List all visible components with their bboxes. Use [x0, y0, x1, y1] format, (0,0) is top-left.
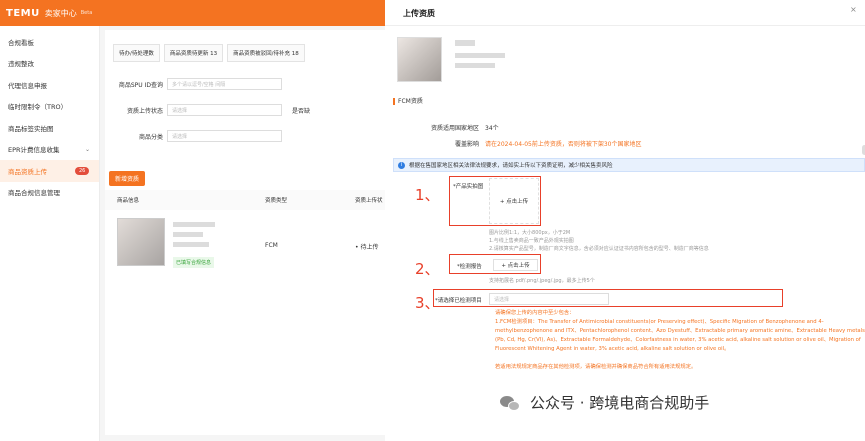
- wechat-icon: [500, 394, 522, 412]
- requirement-body: 1.FCM检测项目：The Transfer of Antimicrobial …: [495, 319, 865, 352]
- tab-rejected[interactable]: 商品资质被驳回/待补充 18: [227, 44, 305, 62]
- upload-drawer: 上传资质 × FCM资质 资质适用国家地区 34个 覆盖影响 请在2024-04…: [385, 0, 865, 441]
- drawer-title: 上传资质: [403, 9, 435, 18]
- sidebar-item-label: 商品标签实拍图: [8, 124, 54, 133]
- sidebar-item-label-photos[interactable]: 商品标签实拍图: [0, 117, 99, 139]
- table-header: 商品信息 资质类型 资质上传状: [105, 190, 385, 210]
- requirement-title: 请确保您上传的内容中至少包含：: [495, 310, 575, 316]
- blurred-product-name: [173, 222, 215, 227]
- field-label: *请选择已检测项目: [435, 298, 482, 304]
- sidebar-item-label: EPR计费信息收集: [8, 146, 60, 155]
- sidebar-item-compliance-dashboard[interactable]: 合规看板: [0, 31, 99, 53]
- main-content: 待办/待处理数 商品资质待更新 13 商品资质被驳回/待补充 18 商品SPU …: [100, 26, 385, 441]
- hint-text: 支持拓展名 pdf/.png/.jpeg/.jpg，最多上传5个: [489, 278, 595, 284]
- kv-value: 34个: [485, 125, 499, 132]
- app-title: 卖家中心: [44, 8, 77, 18]
- section-header: FCM资质: [393, 98, 423, 105]
- blurred-product-sku: [173, 242, 209, 247]
- temu-logo[interactable]: TEMU: [6, 8, 40, 19]
- column-header: 商品信息: [117, 198, 140, 204]
- filter-extra-label: 是否缺: [292, 107, 311, 115]
- kv-label: 覆盖影响: [454, 141, 479, 148]
- annotation-number: 2、: [415, 260, 440, 278]
- product-image: [117, 218, 165, 266]
- hint-text: 图片比例1:1，大小800px，小于2M: [489, 230, 571, 236]
- status-tabs: 待办/待处理数 商品资质待更新 13 商品资质被驳回/待补充 18: [113, 44, 309, 62]
- tab-todo[interactable]: 待办/待处理数: [113, 44, 160, 62]
- chevron-down-icon: ⌄: [85, 145, 91, 153]
- sidebar-item-label: 商品合规信息管理: [8, 189, 60, 198]
- filter-label: 商品分类: [138, 133, 163, 141]
- hint-text: 2.请核算实产品型号，制造厂商文字信息，含必须对应认证证书内容所包含的型号、制造…: [489, 246, 709, 252]
- annotation-number: 1、: [415, 186, 440, 204]
- blurred-product-title: [455, 40, 475, 46]
- topbar: TEMU 卖家中心 Beta: [0, 0, 385, 26]
- status-badge: 已填写合规信息: [173, 257, 215, 268]
- info-bar: i 根据在售国家地区相关法律法规要求，请如实上传以下资质证明，减少相关售卖风险: [393, 158, 865, 172]
- tab-pending-update[interactable]: 商品资质待更新 13: [163, 44, 224, 62]
- report-upload-button[interactable]: + 点击上传: [493, 259, 538, 271]
- sidebar-item-compliance-info[interactable]: 商品合规信息管理: [0, 182, 99, 204]
- blurred-product-id: [173, 232, 203, 237]
- status-select[interactable]: 请选择: [167, 104, 282, 116]
- category-select[interactable]: 请选择: [167, 130, 282, 142]
- sidebar-item-epr[interactable]: EPR计费信息收集 ⌄: [0, 139, 99, 161]
- count-badge: 26: [75, 166, 90, 175]
- kv-label: 资质适用国家地区: [430, 125, 479, 132]
- filter-label: 资质上传状态: [126, 107, 163, 115]
- field-label: *检测报告: [457, 264, 482, 270]
- kv-value: 请在2024-04-05前上传资质，否则将被下架30个国家地区: [485, 141, 642, 148]
- test-items-select[interactable]: 请选择: [489, 293, 609, 305]
- field-label: *产品实拍图: [453, 184, 484, 190]
- upload-label: + 点击上传: [501, 263, 530, 269]
- filter-category: 商品分类 请选择: [105, 130, 282, 142]
- sidebar-item-agent-info[interactable]: 代理信息申报: [0, 74, 99, 96]
- blurred-product-info: [455, 63, 495, 68]
- product-thumbnail: [397, 37, 442, 82]
- info-text: 根据在售国家地区相关法律法规要求，请如实上传以下资质证明，减少相关售卖风险: [409, 163, 613, 169]
- sidebar-item-label: 代理信息申报: [8, 81, 47, 90]
- sidebar-item-label: 商品资质上传: [8, 167, 47, 176]
- column-header: 资质类型: [265, 198, 288, 204]
- spu-search-input[interactable]: 多个请以逗号/空格 间隔: [167, 78, 282, 90]
- watermark-text: 公众号 · 跨境电商合规助手: [530, 394, 710, 412]
- filter-label: 商品SPU ID查询: [118, 81, 163, 89]
- photo-upload-button[interactable]: + 点击上传: [489, 178, 539, 224]
- sidebar-item-label: 违规整改: [8, 60, 34, 69]
- hint-text: 1.与线上售卖商品一致产品外观实拍图: [489, 238, 574, 244]
- qualification-type: FCM: [265, 242, 278, 249]
- sidebar: 合规看板 违规整改 代理信息申报 临时限制令（TRO） 商品标签实拍图 EPR计…: [0, 26, 100, 441]
- sidebar-item-qualification-upload[interactable]: 商品资质上传 26: [0, 160, 99, 182]
- info-icon: i: [398, 161, 405, 169]
- blurred-product-info: [455, 53, 505, 58]
- app-root: TEMU 卖家中心 Beta 合规看板 违规整改 代理信息申报 临时限制令（TR…: [0, 0, 865, 441]
- sidebar-item-tro[interactable]: 临时限制令（TRO）: [0, 96, 99, 118]
- sidebar-item-label: 合规看板: [8, 38, 34, 47]
- add-qualification-button[interactable]: 新增资质: [109, 171, 146, 186]
- close-icon[interactable]: ×: [850, 5, 857, 14]
- sidebar-item-label: 临时限制令（TRO）: [8, 103, 68, 112]
- requirement-note: 若适用法规规定商品存在其他检测项，请确保检测并确保商品符合所有适用法规规定。: [495, 364, 697, 370]
- filter-spu: 商品SPU ID查询 多个请以逗号/空格 间隔: [105, 78, 282, 90]
- main-panel: 待办/待处理数 商品资质待更新 13 商品资质被驳回/待补充 18 商品SPU …: [105, 30, 385, 435]
- sidebar-item-violation-rectify[interactable]: 违规整改: [0, 53, 99, 75]
- beta-tag: Beta: [80, 10, 93, 16]
- filter-status: 资质上传状态 请选择 是否缺: [105, 104, 310, 116]
- upload-label: + 点击上传: [499, 199, 529, 205]
- column-header: 资质上传状: [355, 198, 383, 204]
- regions-row: 资质适用国家地区 34个: [385, 123, 499, 132]
- upload-status: • 待上传: [355, 244, 379, 251]
- impact-row: 覆盖影响 请在2024-04-05前上传资质，否则将被下架30个国家地区: [385, 139, 642, 148]
- watermark: 公众号 · 跨境电商合规助手: [500, 392, 709, 413]
- divider: [385, 25, 865, 26]
